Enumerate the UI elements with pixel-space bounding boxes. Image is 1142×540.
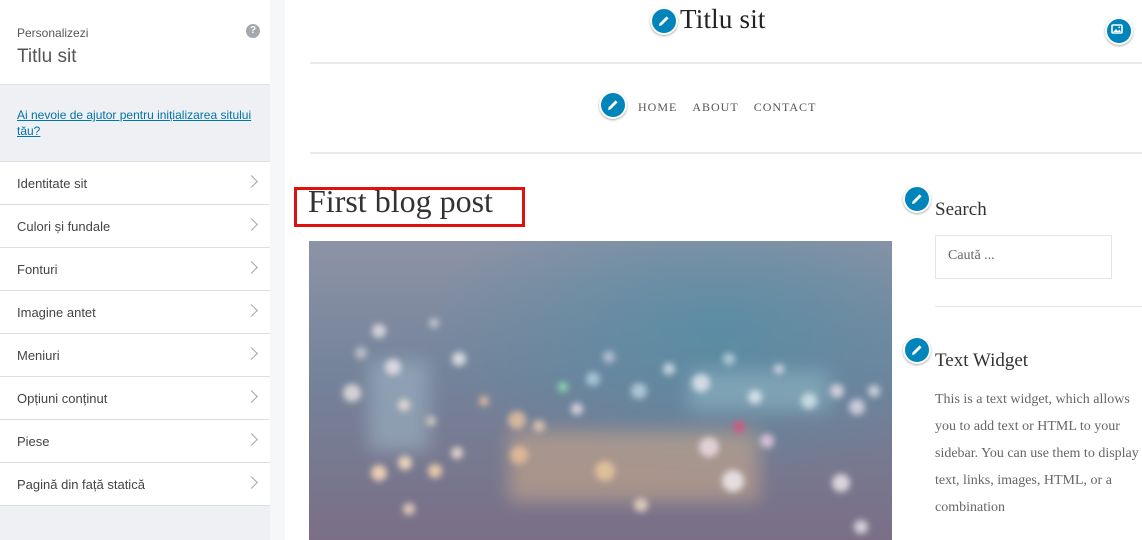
customizer-footer-space (0, 508, 270, 540)
section-label: Opțiuni conținut (17, 391, 108, 406)
menu-item-home[interactable]: HOME (638, 100, 677, 115)
text-widget-body: This is a text widget, which allows you … (935, 392, 1139, 515)
featured-image (309, 241, 892, 540)
chevron-right-icon (245, 433, 258, 446)
primary-menu: HOME ABOUT CONTACT (638, 100, 816, 115)
pencil-icon[interactable] (650, 7, 678, 35)
section-label: Imagine antet (17, 305, 96, 320)
image-icon[interactable] (1105, 17, 1133, 45)
section-label: Culori și fundale (17, 219, 111, 234)
pencil-icon[interactable] (903, 185, 931, 213)
section-label: Identitate sit (17, 176, 88, 191)
section-static-front-page[interactable]: Pagină din față statică (0, 463, 270, 506)
section-header-image[interactable]: Imagine antet (0, 291, 270, 334)
section-label: Piese (17, 434, 50, 449)
section-site-identity[interactable]: Identitate sit (0, 162, 270, 205)
widget-divider (935, 306, 1142, 307)
section-fonts[interactable]: Fonturi (0, 248, 270, 291)
nav-divider (310, 152, 1142, 154)
chevron-right-icon (245, 218, 258, 231)
customizer-site-title: Titlu sit (17, 46, 77, 67)
chevron-right-icon (245, 175, 258, 188)
section-colors-backgrounds[interactable]: Culori și fundale (0, 205, 270, 248)
pencil-icon[interactable] (903, 336, 931, 364)
highlight-box (294, 187, 525, 227)
customizer-kicker: Personalizezi (17, 26, 89, 40)
menu-item-contact[interactable]: CONTACT (754, 100, 817, 115)
chevron-right-icon (245, 390, 258, 403)
header-divider (310, 62, 1142, 64)
search-box (935, 235, 1112, 279)
customizer-header: Personalizezi Titlu sit ? (0, 0, 270, 85)
help-icon[interactable]: ? (246, 24, 260, 38)
chevron-right-icon (245, 304, 258, 317)
pencil-icon[interactable] (599, 91, 627, 119)
site-preview: Titlu sit HOME ABOUT CONTACT First blog … (285, 0, 1142, 540)
chevron-right-icon (245, 476, 258, 489)
section-label: Pagină din față statică (17, 477, 145, 492)
chevron-right-icon (245, 347, 258, 360)
customizer-panel: Personalizezi Titlu sit ? Ai nevoie de a… (0, 0, 271, 540)
site-title[interactable]: Titlu sit (680, 4, 766, 35)
menu-item-about[interactable]: ABOUT (692, 100, 738, 115)
customizer-sections: Identitate sit Culori și fundale Fonturi… (0, 162, 270, 506)
section-label: Fonturi (17, 262, 58, 277)
search-input[interactable] (936, 236, 1098, 276)
text-widget-title: Text Widget (935, 350, 1029, 371)
section-menus[interactable]: Meniuri (0, 334, 270, 377)
section-label: Meniuri (17, 348, 60, 363)
chevron-right-icon (245, 261, 258, 274)
panel-divider (270, 0, 285, 540)
help-notice: Ai nevoie de ajutor pentru inițializarea… (0, 85, 270, 162)
search-widget-title: Search (935, 199, 987, 220)
section-widgets[interactable]: Piese (0, 420, 270, 463)
customizer-sidebar: Personalizezi Titlu sit ? Ai nevoie de a… (0, 0, 285, 540)
section-content-options[interactable]: Opțiuni conținut (0, 377, 270, 420)
setup-help-link[interactable]: Ai nevoie de ajutor pentru inițializarea… (17, 107, 257, 139)
